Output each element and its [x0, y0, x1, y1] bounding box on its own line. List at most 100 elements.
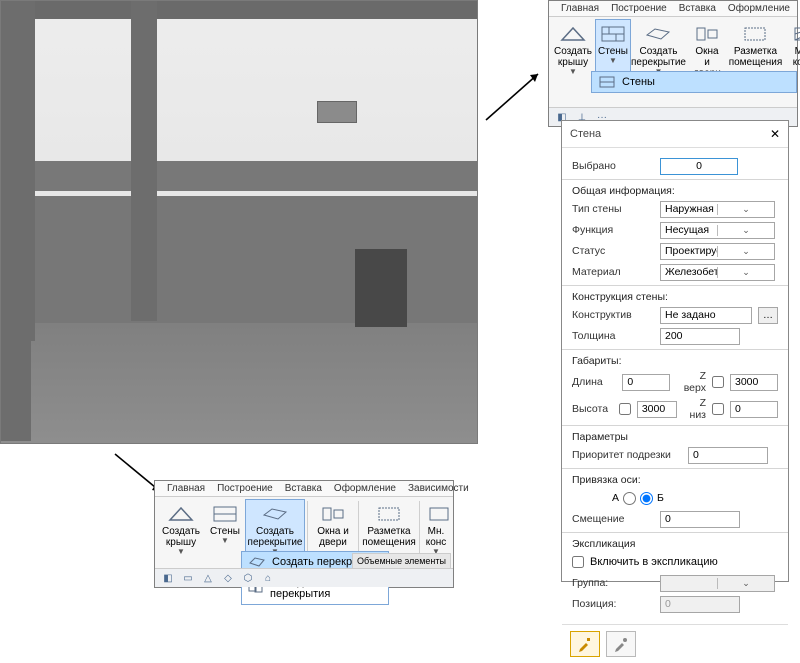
field-label: Статус	[572, 245, 654, 257]
ribbon-tab[interactable]: Зависимости	[408, 483, 469, 494]
wall-icon	[598, 76, 616, 88]
field-label: Включить в экспликацию	[590, 556, 718, 568]
field-label: Толщина	[572, 330, 654, 342]
roof-icon	[559, 24, 587, 44]
construction-combo[interactable]: Не задано	[660, 307, 752, 324]
volumes-tab[interactable]: Объемные элементы	[352, 553, 451, 569]
walls-dropdown: Стены	[591, 71, 797, 93]
browse-button[interactable]: …	[758, 307, 778, 324]
room-tag-icon	[741, 24, 769, 44]
field-label: Длина	[572, 376, 616, 388]
tool-openings[interactable]: Окна и двери	[310, 499, 356, 558]
column	[131, 1, 157, 321]
ztop-input[interactable]	[730, 374, 778, 391]
slab-icon	[644, 24, 672, 44]
roof-icon	[167, 504, 195, 524]
room-tag-icon	[375, 504, 403, 524]
wall-icon	[211, 504, 239, 524]
selected-label: Выбрано	[572, 160, 654, 172]
apply-paint-button[interactable]	[606, 631, 636, 657]
field-label: Приоритет подрезки	[572, 449, 682, 461]
wall-properties-panel: Стена ✕ Выбрано Общая информация: Тип ст…	[561, 120, 789, 582]
height-input[interactable]	[637, 401, 677, 418]
hatch-icon	[425, 504, 453, 524]
door-opening	[355, 249, 407, 327]
section-header: Экспликация	[572, 538, 778, 550]
radio-label: А	[612, 492, 619, 504]
ribbon-slabs: Главная Построение Вставка Оформление За…	[154, 480, 454, 588]
field-label: Группа:	[572, 577, 654, 589]
ribbon-tab[interactable]: Главная	[561, 3, 599, 14]
wall-function-combo[interactable]: Несущая⌄	[660, 222, 775, 239]
ribbon-tab[interactable]: Построение	[217, 483, 273, 494]
dropdown-item-walls[interactable]: Стены	[592, 72, 796, 92]
qat-icon[interactable]: ⬡	[239, 571, 257, 585]
section-header: Привязка оси:	[572, 474, 778, 486]
ribbon-tab[interactable]: Оформление	[728, 3, 790, 14]
paint-icon	[613, 636, 629, 652]
slab-icon	[261, 504, 289, 524]
field-label: Высота	[572, 403, 613, 415]
tool-create-roof[interactable]: Создать крышу▼	[551, 19, 595, 81]
door-window-icon	[693, 24, 721, 44]
beam	[1, 1, 477, 19]
ribbon-tab[interactable]: Оформление	[334, 483, 396, 494]
field-label: Материал	[572, 266, 654, 278]
qat-icon[interactable]: △	[199, 571, 217, 585]
field-label: Смещение	[572, 513, 654, 525]
field-label: Конструктив	[572, 309, 654, 321]
zbot-lock-checkbox[interactable]	[712, 403, 724, 415]
tool-create-slab[interactable]: Создать перекрытие▼	[245, 499, 305, 558]
field-label: Позиция:	[572, 598, 654, 610]
panel-title: Стена	[570, 128, 770, 140]
field-label: Тип стены	[572, 203, 654, 215]
qat-icon[interactable]: ◇	[219, 571, 237, 585]
eyedropper-icon	[577, 636, 593, 652]
radio-label: Б	[657, 492, 664, 504]
wall-status-combo[interactable]: Проектируемая⌄	[660, 243, 775, 260]
offset-input[interactable]	[660, 511, 740, 528]
callout-arrow	[482, 68, 552, 124]
position-input	[660, 596, 740, 613]
ribbon-tab[interactable]: Главная	[167, 483, 205, 494]
hatch-icon	[790, 24, 800, 44]
ztop-lock-checkbox[interactable]	[712, 376, 724, 388]
qat-icon[interactable]: ◧	[159, 571, 177, 585]
close-icon[interactable]: ✕	[770, 127, 780, 141]
quick-access-toolbar: ◧ ▭ △ ◇ ⬡ ⌂	[155, 568, 453, 587]
ribbon-tab[interactable]: Вставка	[679, 3, 716, 14]
group-combo: ⌄	[660, 575, 775, 592]
column	[9, 1, 35, 341]
section-header: Конструкция стены:	[572, 291, 778, 303]
tool-walls[interactable]: Стены▼	[205, 499, 245, 558]
section-header: Общая информация:	[572, 185, 778, 197]
thickness-input[interactable]	[660, 328, 740, 345]
include-explication-checkbox[interactable]	[572, 556, 584, 568]
eyedropper-button[interactable]	[570, 631, 600, 657]
field-label: Z верх	[676, 370, 706, 394]
axis-a-radio[interactable]	[623, 492, 636, 505]
cut-priority-input[interactable]	[688, 447, 768, 464]
floor-face	[1, 323, 477, 443]
tool-room-tag[interactable]: Разметка помещения	[361, 499, 417, 558]
axis-b-radio[interactable]	[640, 492, 653, 505]
ribbon-tab[interactable]: Построение	[611, 3, 667, 14]
qat-icon[interactable]: ⌂	[259, 571, 277, 585]
tool-more[interactable]: Мн. конс▼	[422, 499, 450, 558]
section-header: Габариты:	[572, 355, 778, 367]
wall-material-combo[interactable]: Железобетон⌄	[660, 264, 775, 281]
field-label: Z низ	[683, 397, 706, 421]
tool-create-roof[interactable]: Создать крышу▼	[157, 499, 205, 558]
field-label: Функция	[572, 224, 654, 236]
qat-icon[interactable]: ▭	[179, 571, 197, 585]
dropdown-label: Стены	[622, 76, 655, 88]
length-input[interactable]	[622, 374, 670, 391]
height-lock-checkbox[interactable]	[619, 403, 631, 415]
selected-count-input[interactable]	[660, 158, 738, 175]
zbot-input[interactable]	[730, 401, 778, 418]
wall-type-combo[interactable]: Наружная стена⌄	[660, 201, 775, 218]
slab-icon	[248, 557, 266, 567]
ribbon-tab[interactable]: Вставка	[285, 483, 322, 494]
ribbon-walls: Главная Построение Вставка Оформление За…	[548, 0, 798, 127]
3d-viewport[interactable]	[0, 0, 478, 444]
